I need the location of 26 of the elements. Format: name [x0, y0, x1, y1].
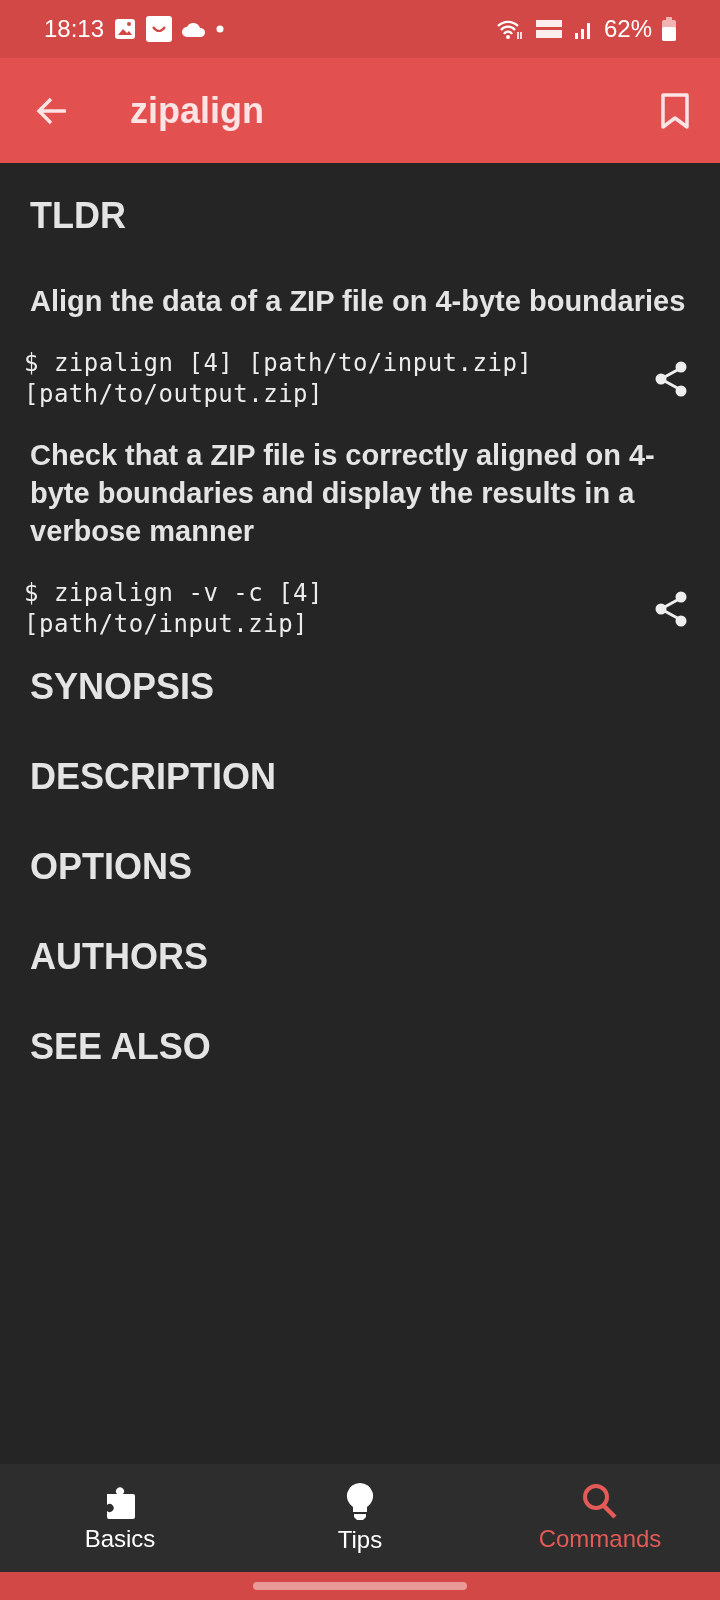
- example-description: Check that a ZIP file is correctly aligned on 4-byte boundaries and display the results in a verbose manner: [30, 438, 656, 549]
- section-heading[interactable]: AUTHORS: [30, 936, 690, 978]
- section-heading[interactable]: DESCRIPTION: [30, 756, 690, 798]
- app-bar-title: zipalign: [130, 89, 265, 132]
- shopping-icon: [146, 16, 173, 42]
- cloud-icon: [182, 21, 207, 37]
- dot-icon: [216, 25, 225, 33]
- battery-percentage: 62%: [603, 15, 652, 43]
- status-time: 18:13: [44, 15, 105, 43]
- nav-tab[interactable]: Tips: [240, 1464, 480, 1572]
- command-text: $ zipalign -v -c [4] [path/to/input.zip]: [24, 578, 324, 640]
- back-arrow-icon[interactable]: [36, 96, 68, 125]
- search-icon: [582, 1483, 618, 1521]
- section-heading[interactable]: OPTIONS: [30, 846, 690, 888]
- section-heading[interactable]: TLDR: [30, 195, 690, 237]
- lightbulb-icon: [346, 1482, 374, 1522]
- gallery-icon: [114, 18, 137, 40]
- wifi-icon: [495, 18, 524, 40]
- example-description: Align the data of a ZIP file on 4-byte boundaries: [30, 284, 687, 319]
- nav-tab[interactable]: Basics: [0, 1464, 240, 1572]
- command-text: $ zipalign [4] [path/to/input.zip] [path/to/output.zip]: [24, 348, 534, 410]
- section-heading[interactable]: SYNOPSIS: [30, 666, 690, 708]
- section-heading[interactable]: SEE ALSO: [30, 1026, 690, 1068]
- battery-icon: [662, 17, 676, 41]
- bookmark-icon[interactable]: [660, 92, 690, 129]
- nav-tab[interactable]: Commands: [480, 1464, 720, 1572]
